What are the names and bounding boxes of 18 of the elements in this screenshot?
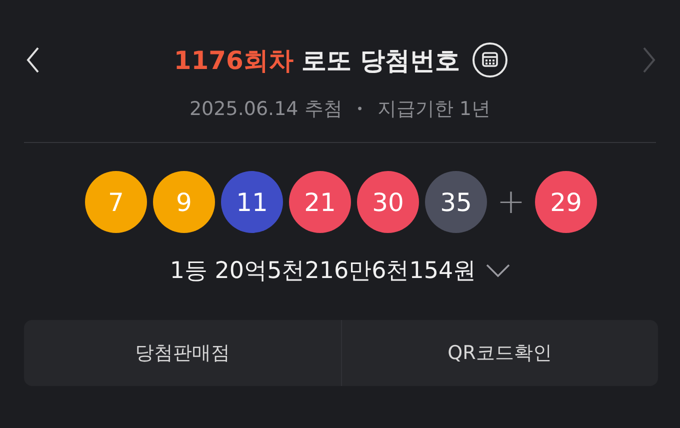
plus-sign: + [496,182,526,222]
payment-deadline: 지급기한 1년 [377,97,491,122]
action-button[interactable]: QR코드확인 [340,320,658,386]
chevron-down-icon[interactable] [486,264,510,278]
calendar-icon[interactable] [472,42,508,78]
number-ball: 9 [153,171,215,233]
page-title: 로또 당첨번호 [301,44,460,76]
round-number: 1176회차 [174,44,294,76]
number-ball: 35 [425,171,487,233]
number-ball: 7 [85,171,147,233]
first-prize-amount: 1등 20억5천216만6천154원 [170,257,476,286]
number-ball: 29 [535,171,597,233]
action-button[interactable]: 당첨판매점 [24,320,340,386]
number-ball: 11 [221,171,283,233]
draw-date: 2025.06.14 추첨 [189,97,342,122]
number-ball: 30 [357,171,419,233]
number-ball: 21 [289,171,351,233]
separator-dot: • [356,102,364,116]
